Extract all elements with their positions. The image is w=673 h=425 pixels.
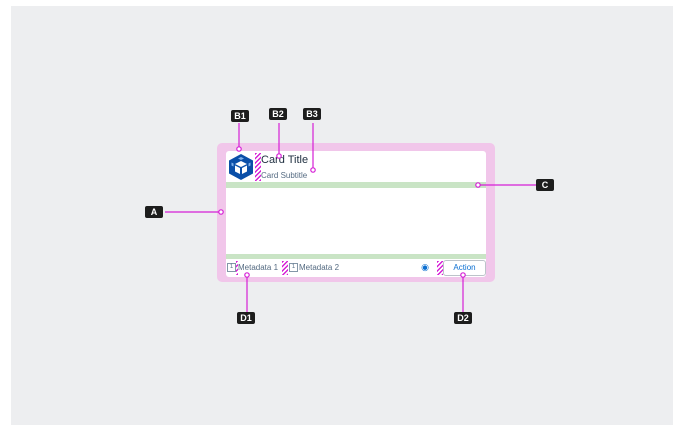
callout-leader-lines	[165, 123, 538, 312]
callout-b1: B1	[231, 110, 249, 122]
callout-b2: B2	[269, 108, 287, 120]
callout-c: C	[536, 179, 554, 191]
callout-b3: B3	[303, 108, 321, 120]
callout-d1: D1	[237, 312, 255, 324]
callout-a: A	[145, 206, 163, 218]
callout-d2: D2	[454, 312, 472, 324]
